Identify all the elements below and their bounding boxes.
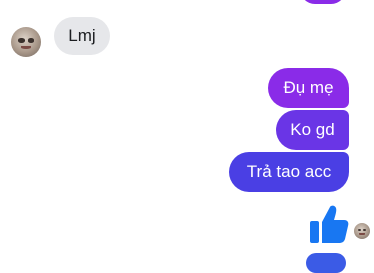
- message-text: Đụ mẹ: [283, 78, 334, 97]
- previous-message-bubble[interactable]: [300, 0, 346, 4]
- outgoing-message-bubble[interactable]: Trả tao acc: [229, 152, 349, 192]
- outgoing-message-bubble[interactable]: Đụ mẹ: [268, 68, 349, 108]
- contact-avatar[interactable]: [11, 27, 41, 57]
- outgoing-message-bubble[interactable]: Ko gd: [276, 110, 349, 150]
- message-text: Trả tao acc: [246, 162, 332, 181]
- next-message-bubble[interactable]: [306, 253, 346, 273]
- message-text: Ko gd: [290, 120, 335, 139]
- thumbs-up-icon: [310, 205, 349, 243]
- message-text: Lmj: [68, 26, 96, 45]
- seen-avatar: [354, 223, 370, 239]
- incoming-message-bubble[interactable]: Lmj: [54, 17, 110, 55]
- like-sticker[interactable]: [308, 203, 350, 245]
